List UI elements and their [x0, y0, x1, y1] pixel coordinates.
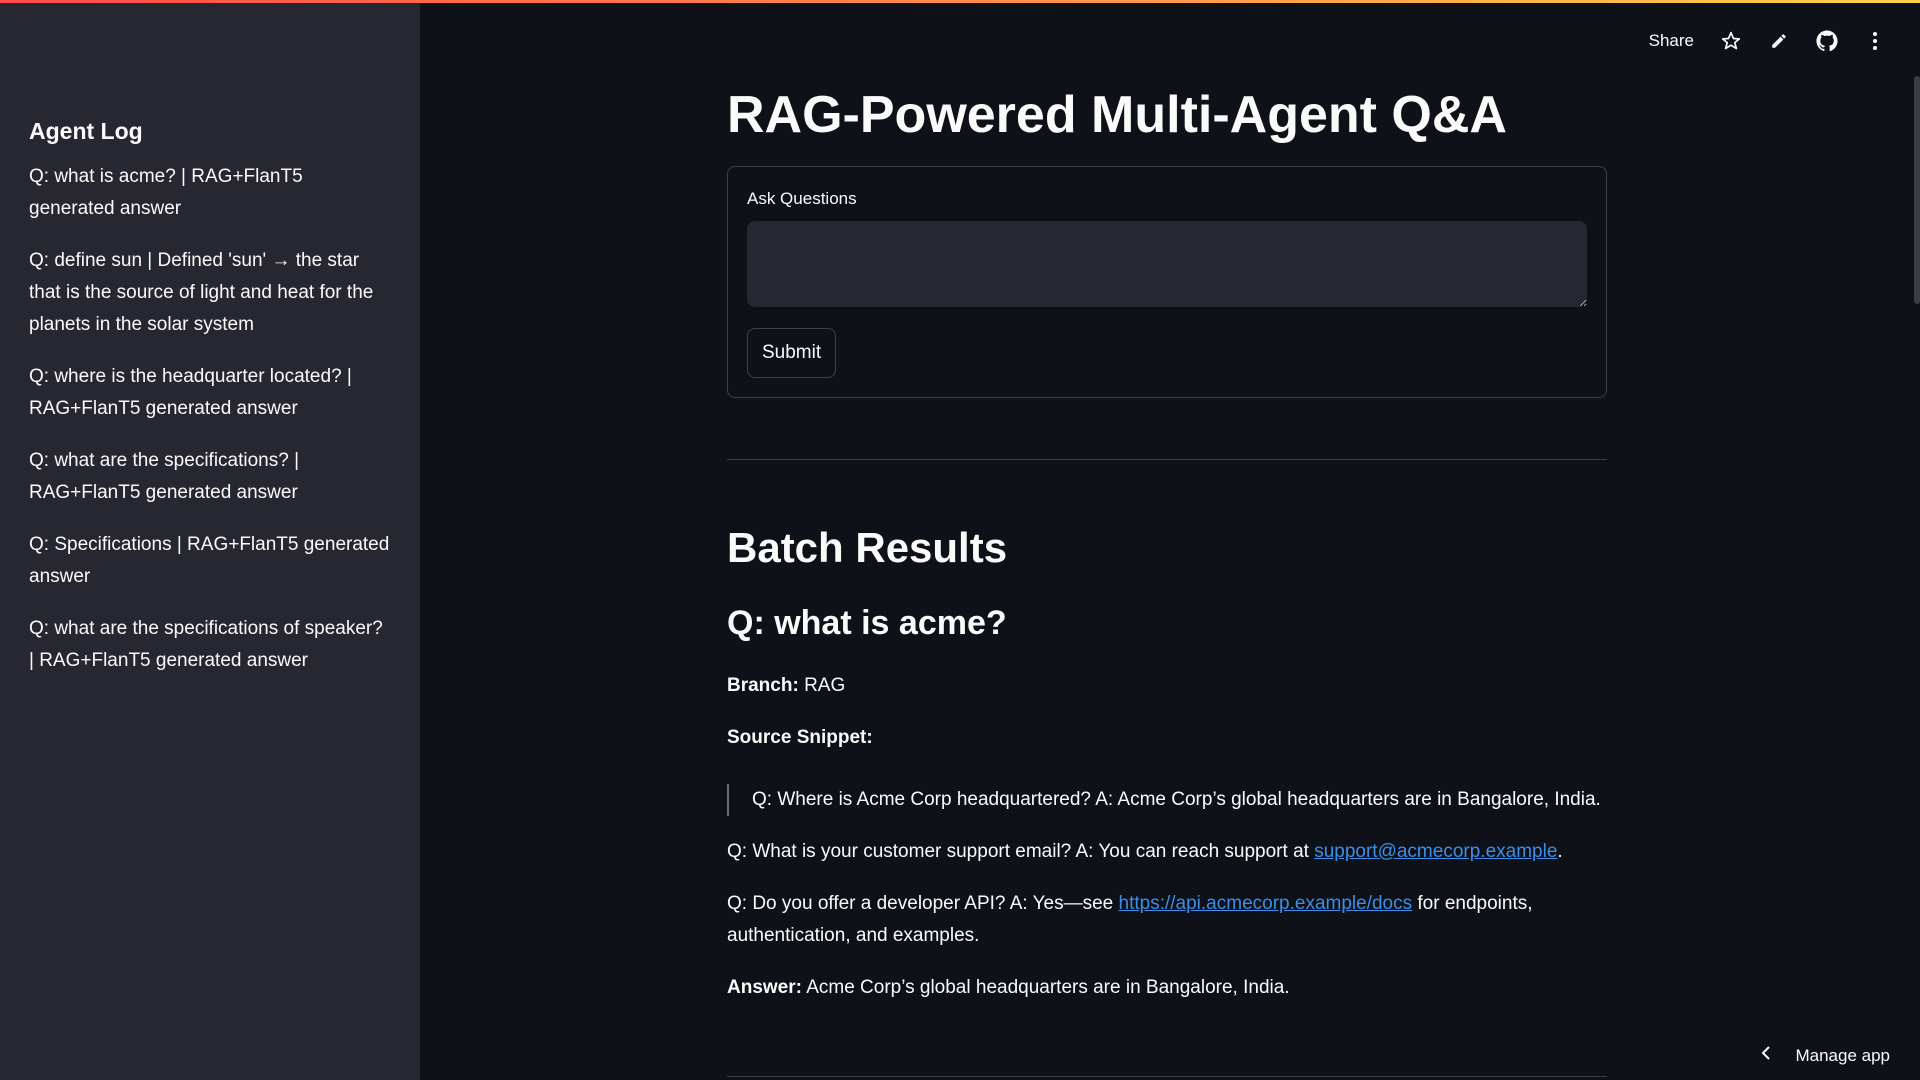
support-line: Q: What is your customer support email? …	[727, 836, 1607, 868]
sidebar-title: Agent Log	[29, 118, 143, 144]
divider	[727, 459, 1607, 460]
bottom-divider	[727, 1076, 1607, 1077]
log-item: Q: what are the specifications of speake…	[29, 618, 383, 671]
share-button[interactable]: Share	[1649, 31, 1694, 51]
snippet-label: Source Snippet:	[727, 727, 873, 748]
answer-value: Acme Corp’s global headquarters are in B…	[801, 977, 1290, 998]
manage-app-button[interactable]: Manage app	[1761, 1045, 1890, 1066]
ask-questions-label: Ask Questions	[747, 189, 857, 208]
log-item: Q: Specifications | RAG+FlanT5 generated…	[29, 534, 390, 587]
branch-label: Branch:	[727, 675, 799, 696]
api-line: Q: Do you offer a developer API? A: Yes—…	[727, 888, 1607, 952]
scrollbar[interactable]	[1914, 76, 1920, 304]
source-quote: Q: Where is Acme Corp headquartered? A: …	[727, 784, 1607, 816]
top-accent-bar	[0, 0, 1920, 3]
top-toolbar: Share	[1649, 30, 1886, 52]
api-docs-link[interactable]: https://api.acmecorp.example/docs	[1119, 893, 1413, 914]
star-icon[interactable]	[1720, 30, 1742, 52]
support-suffix: .	[1557, 841, 1563, 862]
log-item: Q: what is acme? | RAG+FlanT5 generated …	[29, 166, 303, 219]
answer-label: Answer:	[727, 977, 802, 998]
more-vertical-icon[interactable]	[1864, 30, 1886, 52]
github-icon[interactable]	[1816, 30, 1838, 52]
log-item: Q: define sun | Defined 'sun' → the star…	[29, 250, 374, 335]
branch-line: Branch: RAG	[727, 670, 1607, 702]
batch-results-title: Batch Results	[727, 524, 1008, 571]
question-form: Ask Questions Submit	[727, 166, 1607, 398]
main-content: RAG-Powered Multi-Agent Q&A Ask Question…	[727, 80, 1607, 1004]
log-item: Q: where is the headquarter located? | R…	[29, 366, 352, 419]
sidebar: Agent Log Q: what is acme? | RAG+FlanT5 …	[0, 0, 420, 1080]
support-email-link[interactable]: support@acmecorp.example	[1314, 841, 1557, 862]
log-item: Q: what are the specifications? | RAG+Fl…	[29, 450, 300, 503]
answer-line: Answer: Acme Corp’s global headquarters …	[727, 972, 1607, 1004]
support-prefix: Q: What is your customer support email? …	[727, 841, 1315, 862]
snippet-label-line: Source Snippet:	[727, 722, 1607, 754]
pencil-icon[interactable]	[1768, 30, 1790, 52]
submit-button[interactable]: Submit	[747, 328, 837, 378]
quote-text: Q: Where is Acme Corp headquartered? A: …	[752, 789, 1601, 810]
branch-value: RAG	[804, 675, 846, 696]
ask-questions-input[interactable]	[747, 221, 1587, 307]
chevron-left-icon	[1761, 1045, 1771, 1066]
result-question: Q: what is acme?	[727, 604, 1007, 642]
main-area: Share RAG-Powered Multi-Agent Q&A Ask Qu…	[420, 0, 1920, 1080]
api-prefix: Q: Do you offer a developer API? A: Yes—…	[727, 893, 1119, 914]
page-title: RAG-Powered Multi-Agent Q&A	[727, 86, 1507, 144]
manage-app-label: Manage app	[1795, 1045, 1890, 1065]
